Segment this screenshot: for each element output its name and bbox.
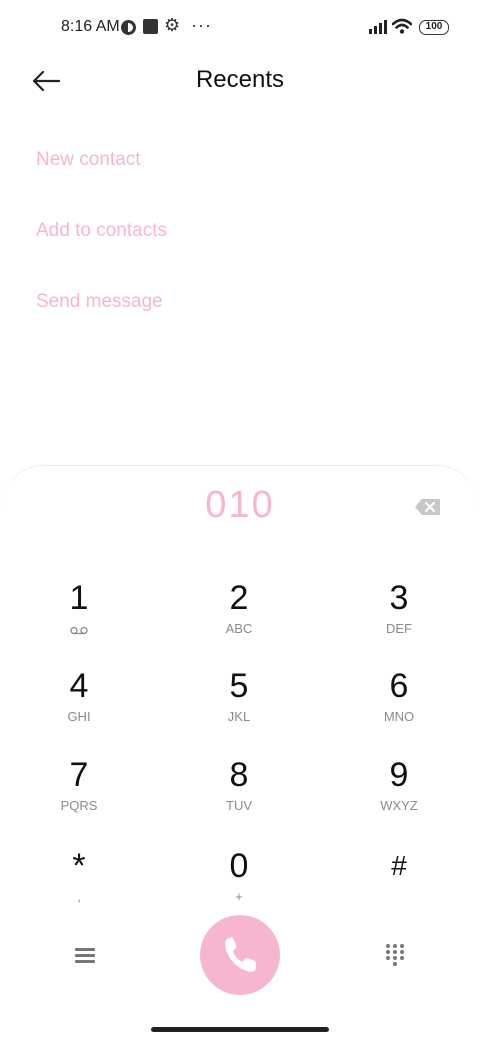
backspace-button[interactable] bbox=[414, 498, 441, 516]
key-7[interactable]: 7 PQRS bbox=[19, 755, 139, 835]
key-0[interactable]: 0 + bbox=[179, 846, 299, 926]
status-bar: 8:16 AM ⚙ ··· 100 bbox=[0, 0, 480, 56]
menu-icon[interactable] bbox=[75, 946, 95, 964]
add-to-contacts-link[interactable]: Add to contacts bbox=[36, 220, 167, 242]
key-digit: 4 bbox=[69, 667, 89, 705]
key-digit: 8 bbox=[229, 756, 249, 794]
new-contact-link[interactable]: New contact bbox=[36, 149, 141, 171]
key-digit: * bbox=[72, 847, 86, 885]
key-5[interactable]: 5 JKL bbox=[179, 666, 299, 746]
key-digit: 7 bbox=[69, 756, 89, 794]
key-star[interactable]: * , bbox=[19, 846, 139, 926]
key-digit: 5 bbox=[229, 667, 249, 705]
more-icon: ··· bbox=[191, 15, 212, 35]
voicemail-icon bbox=[70, 622, 88, 640]
key-digit: 9 bbox=[389, 756, 409, 794]
key-letters: + bbox=[235, 889, 243, 904]
key-digit: 6 bbox=[389, 667, 409, 705]
square-notification-icon bbox=[143, 19, 158, 34]
key-digit: 2 bbox=[229, 579, 249, 617]
key-8[interactable]: 8 TUV bbox=[179, 755, 299, 835]
key-letters: MNO bbox=[383, 709, 415, 724]
dialed-number: 010 bbox=[205, 484, 275, 526]
key-letters: GHI bbox=[67, 709, 91, 724]
gear-icon: ⚙ bbox=[164, 15, 181, 35]
page-title: Recents bbox=[195, 66, 285, 93]
dialpad-icon[interactable] bbox=[386, 944, 404, 966]
key-letters: JKL bbox=[227, 709, 251, 724]
wifi-icon bbox=[391, 18, 413, 39]
backspace-icon bbox=[415, 499, 440, 515]
key-4[interactable]: 4 GHI bbox=[19, 666, 139, 746]
key-digit: # bbox=[391, 850, 407, 881]
key-letters: ABC bbox=[225, 621, 253, 636]
key-hash[interactable]: # bbox=[339, 846, 459, 926]
status-time: 8:16 AM bbox=[61, 18, 120, 35]
key-letters: DEF bbox=[386, 621, 412, 636]
key-letters: WXYZ bbox=[380, 798, 418, 813]
key-digit: 3 bbox=[389, 579, 409, 617]
battery-icon: 100 bbox=[419, 20, 449, 35]
home-indicator bbox=[151, 1027, 329, 1032]
call-button[interactable] bbox=[200, 915, 280, 995]
key-1[interactable]: 1 bbox=[19, 578, 139, 658]
key-6[interactable]: 6 MNO bbox=[339, 666, 459, 746]
key-3[interactable]: 3 DEF bbox=[339, 578, 459, 658]
phone-icon bbox=[225, 937, 256, 972]
key-digit: 1 bbox=[69, 579, 89, 617]
key-digit: 0 bbox=[229, 847, 249, 885]
key-letters: PQRS bbox=[60, 798, 98, 813]
key-9[interactable]: 9 WXYZ bbox=[339, 755, 459, 835]
key-letters: TUV bbox=[226, 798, 252, 813]
send-message-link[interactable]: Send message bbox=[36, 291, 163, 313]
key-2[interactable]: 2 ABC bbox=[179, 578, 299, 658]
signal-icon bbox=[369, 20, 387, 34]
dnd-icon bbox=[121, 20, 136, 35]
key-letters: , bbox=[77, 889, 81, 904]
